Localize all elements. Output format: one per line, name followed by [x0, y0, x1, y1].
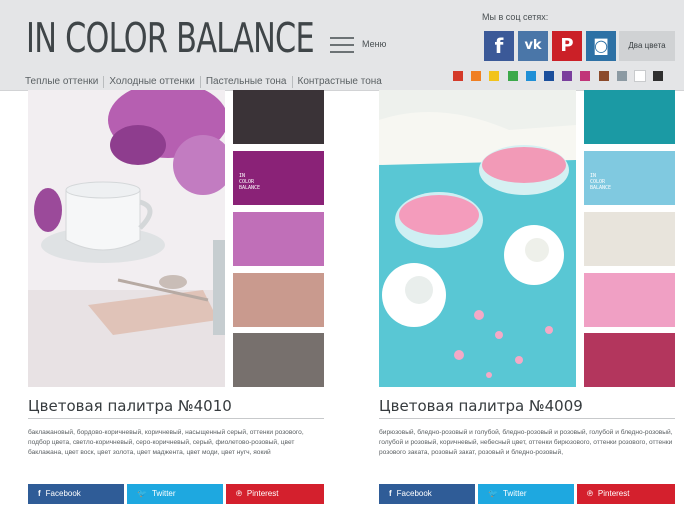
palette-swatch-5[interactable]: [233, 333, 324, 387]
color-filter-swatch[interactable]: [616, 71, 627, 81]
color-filter-swatch[interactable]: [598, 71, 609, 81]
pinterest-share-button[interactable]: ℗ Pinterest: [226, 484, 324, 504]
twitter-share-button[interactable]: 🐦 Twitter: [478, 484, 574, 504]
pinterest-icon[interactable]: P: [552, 31, 582, 61]
palette-card: IN COLOR BALANCE Цветовая палитра №4010 ба…: [28, 90, 324, 517]
palette-swatch-1[interactable]: [584, 90, 675, 144]
palette-swatch-3[interactable]: [233, 212, 324, 266]
vk-icon[interactable]: vk: [518, 31, 548, 61]
palette-photo[interactable]: [28, 90, 225, 387]
social-title: Мы в соц сетях:: [482, 12, 549, 22]
palette-card: IN COLOR BALANCE Цветовая палитра №4009 би…: [379, 90, 675, 517]
color-filter-swatch[interactable]: [580, 71, 591, 81]
twitter-icon: 🐦: [137, 489, 147, 498]
color-filter-swatch[interactable]: [525, 71, 536, 81]
palette-swatch-3[interactable]: [584, 212, 675, 266]
palette-photo[interactable]: [379, 90, 576, 387]
nav-contrast-tones[interactable]: Контрастные тона: [293, 76, 387, 88]
palette-title[interactable]: Цветовая палитра №4010: [28, 397, 232, 415]
color-filter-swatch[interactable]: [562, 71, 573, 81]
nav-cold-tones[interactable]: Холодные оттенки: [104, 76, 201, 88]
nav-warm-tones[interactable]: Теплые оттенки: [25, 76, 105, 88]
facebook-share-button[interactable]: f Facebook: [28, 484, 124, 504]
title-divider: [379, 418, 675, 419]
facebook-icon[interactable]: f: [484, 31, 514, 61]
facebook-icon: f: [389, 489, 392, 498]
pinterest-share-button[interactable]: ℗ Pinterest: [577, 484, 675, 504]
menu-button[interactable]: Меню: [330, 35, 394, 57]
palette-watermark: IN COLOR BALANCE: [239, 173, 261, 191]
twitter-share-button[interactable]: 🐦 Twitter: [127, 484, 223, 504]
hamburger-icon: [330, 37, 354, 53]
color-filter-swatch[interactable]: [507, 71, 518, 81]
palette-title[interactable]: Цветовая палитра №4009: [379, 397, 583, 415]
color-filter-swatch[interactable]: [489, 71, 500, 81]
color-filter-swatch[interactable]: [544, 71, 554, 81]
palette-tags: баклажановый, бордово-коричневый, коричн…: [28, 429, 304, 457]
title-divider: [28, 418, 324, 419]
palette-swatch-4[interactable]: [233, 273, 324, 327]
nav-pastel-tones[interactable]: Пастельные тона: [201, 76, 293, 88]
palette-watermark: IN COLOR BALANCE: [590, 173, 612, 191]
site-header: IN COLOR BALANCE Меню Теплые оттенки Холо…: [0, 0, 684, 91]
palette-tags: бирюзовый, бледно-розовый и голубой, бле…: [379, 429, 673, 457]
site-logo[interactable]: IN COLOR BALANCE: [26, 14, 315, 62]
color-filter-swatch[interactable]: [471, 71, 482, 81]
color-filter-swatch[interactable]: [453, 71, 463, 81]
palette-swatch-2[interactable]: IN COLOR BALANCE: [233, 151, 324, 205]
palette-swatch-1[interactable]: [233, 90, 324, 144]
pinterest-icon: ℗: [587, 489, 593, 498]
twitter-icon: 🐦: [488, 489, 498, 498]
instagram-icon[interactable]: ◙: [586, 31, 616, 61]
palette-swatch-5[interactable]: [584, 333, 675, 387]
two-colors-button[interactable]: Два цвета: [619, 31, 675, 61]
menu-label: Меню: [362, 39, 387, 49]
category-nav: Теплые оттенки Холодные оттенки Пастельные…: [25, 71, 387, 88]
color-filter-swatch[interactable]: [653, 71, 664, 81]
palette-swatch-2[interactable]: IN COLOR BALANCE: [584, 151, 675, 205]
color-filter-swatch[interactable]: [634, 70, 646, 82]
pinterest-icon: ℗: [236, 489, 242, 498]
palette-swatch-4[interactable]: [584, 273, 675, 327]
facebook-icon: f: [38, 489, 41, 498]
facebook-share-button[interactable]: f Facebook: [379, 484, 475, 504]
